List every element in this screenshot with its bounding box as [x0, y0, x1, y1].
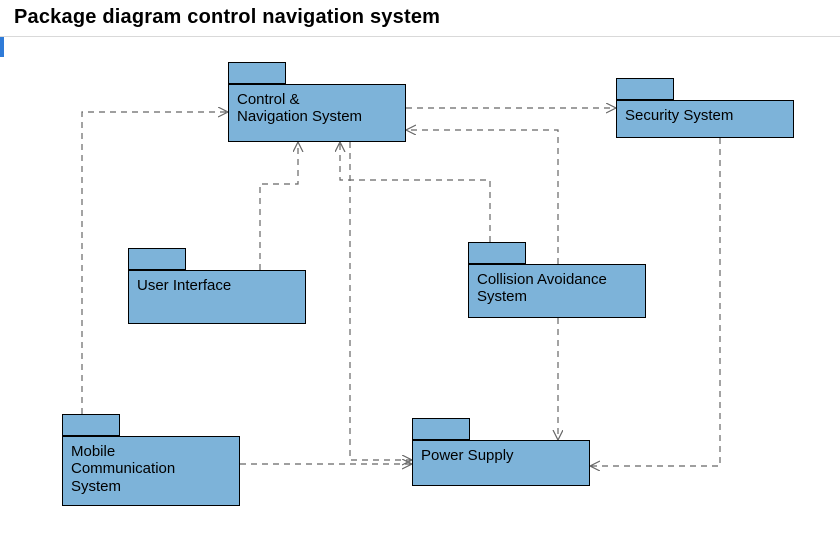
package-tab: [128, 248, 186, 270]
package-body: Collision AvoidanceSystem: [468, 264, 646, 318]
page-title: Package diagram control navigation syste…: [14, 6, 440, 29]
package-label: User Interface: [137, 277, 231, 294]
package-label: MobileCommunicationSystem: [71, 443, 175, 495]
package-body: Power Supply: [412, 440, 590, 486]
accent-tick: [0, 37, 4, 57]
edge-control_nav-to-power: [350, 142, 412, 460]
package-label: Control &Navigation System: [237, 91, 362, 126]
package-label: Power Supply: [421, 447, 514, 464]
package-body: Control &Navigation System: [228, 84, 406, 142]
edge-user_interface-to-control_nav: [260, 142, 298, 270]
package-label: Collision AvoidanceSystem: [477, 271, 607, 306]
title-separator: [0, 36, 840, 37]
package-tab: [62, 414, 120, 436]
package-tab: [228, 62, 286, 84]
package-label: Security System: [625, 107, 733, 124]
package-body: Security System: [616, 100, 794, 138]
package-body: User Interface: [128, 270, 306, 324]
package-tab: [412, 418, 470, 440]
package-body: MobileCommunicationSystem: [62, 436, 240, 506]
package-tab: [616, 78, 674, 100]
package-tab: [468, 242, 526, 264]
